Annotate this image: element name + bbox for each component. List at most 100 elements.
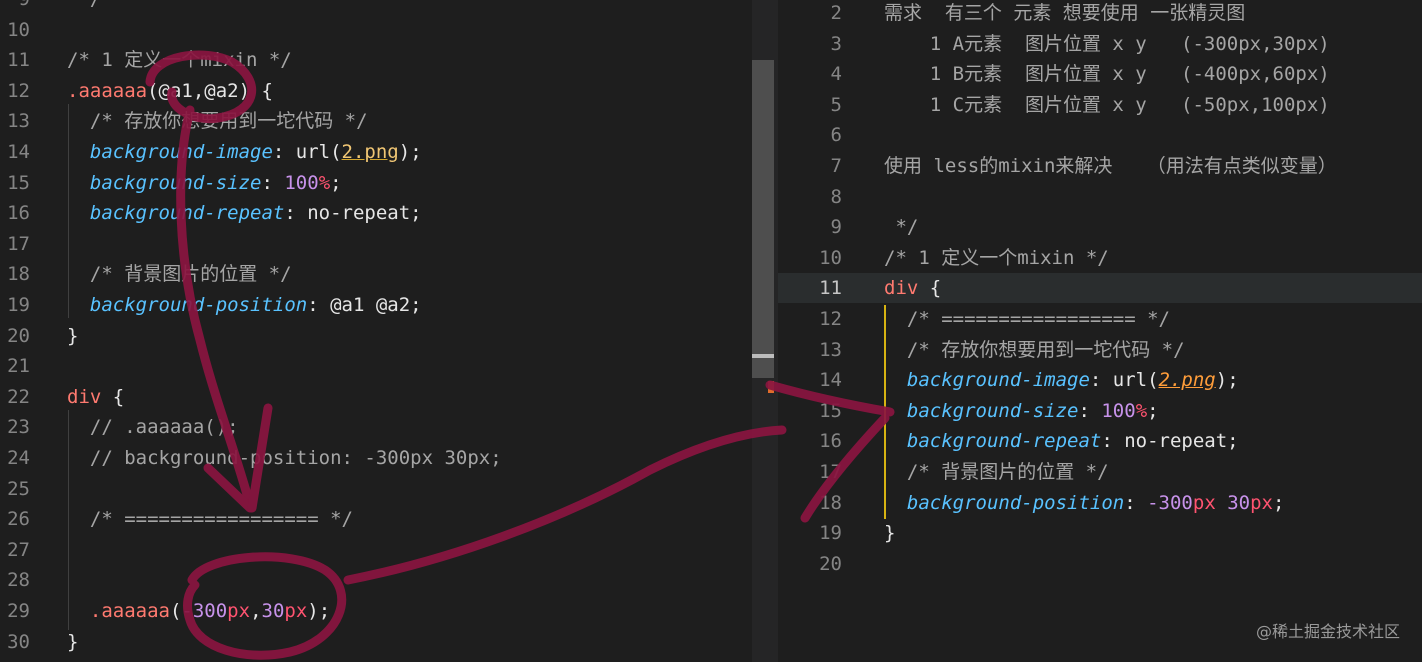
code-line[interactable]: 20} xyxy=(0,321,752,351)
code-text[interactable]: background-repeat: no-repeat; xyxy=(67,198,422,228)
code-text[interactable]: /* ================= */ xyxy=(67,504,353,534)
code-line[interactable]: 11 /* 1 定义一个mixin */ xyxy=(0,45,752,75)
code-text[interactable]: } xyxy=(67,321,78,351)
code-token: */ xyxy=(884,216,919,239)
code-line[interactable]: 2 需求 有三个 元素 想要使用 一张精灵图 xyxy=(778,0,1422,28)
code-line[interactable]: 14 background-image: url(2.png); xyxy=(778,365,1422,395)
code-text[interactable]: } xyxy=(884,518,895,548)
code-line[interactable]: 4 1 B元素 图片位置 x y (-400px,60px) xyxy=(778,59,1422,89)
code-line[interactable]: 25 xyxy=(0,474,752,504)
line-number: 16 xyxy=(7,202,30,225)
line-number: 22 xyxy=(7,385,30,408)
line-number: 9 xyxy=(830,216,842,239)
code-line[interactable]: 13 /* 存放你想要用到一坨代码 */ xyxy=(0,106,752,136)
code-token: , xyxy=(250,600,262,622)
code-line[interactable]: 16 background-repeat: no-repeat; xyxy=(778,426,1422,456)
code-line[interactable]: 26 /* ================= */ xyxy=(0,504,752,534)
left-scrollbar-thumb[interactable] xyxy=(752,60,774,378)
code-line[interactable]: 21 xyxy=(0,351,752,381)
code-token: { xyxy=(101,385,125,408)
code-text[interactable]: background-position: -300px 30px; xyxy=(884,488,1285,518)
code-text[interactable]: 1 A元素 图片位置 x y (-300px,30px) xyxy=(884,29,1330,59)
code-text[interactable]: background-repeat: no-repeat; xyxy=(884,426,1239,456)
code-text[interactable]: // background-position: -300px 30px; xyxy=(67,443,502,473)
code-text[interactable]: /* ================= */ xyxy=(884,304,1170,334)
code-line[interactable]: 17 xyxy=(0,229,752,259)
code-token: 2.png xyxy=(341,141,399,163)
code-text[interactable]: 使用 less的mixin来解决 （用法有点类似变量） xyxy=(884,151,1337,181)
code-line[interactable]: 23 // .aaaaaa(); xyxy=(0,412,752,442)
code-line[interactable]: 15 background-size: 100%; xyxy=(778,396,1422,426)
line-number: 3 xyxy=(830,32,842,55)
code-line[interactable]: 28 xyxy=(0,565,752,595)
code-text[interactable]: background-size: 100%; xyxy=(884,396,1159,426)
code-line[interactable]: 15 background-size: 100%; xyxy=(0,168,752,198)
code-text[interactable]: background-image: url(2.png); xyxy=(884,365,1239,395)
code-line[interactable]: 29 .aaaaaa(-300px,30px); xyxy=(0,596,752,626)
code-line[interactable]: 17 /* 背景图片的位置 */ xyxy=(778,457,1422,487)
code-text[interactable]: */ xyxy=(884,212,918,242)
code-text[interactable]: div { xyxy=(884,273,941,303)
code-text[interactable]: background-image: url(2.png); xyxy=(67,137,422,167)
code-token: ; xyxy=(1147,399,1159,422)
code-text[interactable]: } xyxy=(67,627,78,657)
right-editor-pane[interactable]: 2 需求 有三个 元素 想要使用 一张精灵图 3 1 A元素 图片位置 x y (-… xyxy=(778,0,1422,662)
code-token: background-position xyxy=(67,294,308,316)
code-text[interactable]: /* 存放你想要用到一坨代码 */ xyxy=(67,106,368,136)
code-line[interactable]: 7 使用 less的mixin来解决 （用法有点类似变量） xyxy=(778,151,1422,181)
code-text[interactable]: div { xyxy=(67,382,124,412)
code-line[interactable]: 22 div { xyxy=(0,382,752,412)
code-line[interactable]: 24 // background-position: -300px 30px; xyxy=(0,443,752,473)
code-token: } xyxy=(67,324,79,347)
code-token: : url( xyxy=(1089,369,1159,392)
code-token: 使用 less的mixin来解决 （用法有点类似变量） xyxy=(884,155,1337,177)
code-token: % xyxy=(318,171,331,194)
code-text[interactable]: 1 C元素 图片位置 x y (-50px,100px) xyxy=(884,90,1330,120)
code-line[interactable]: 3 1 A元素 图片位置 x y (-300px,30px) xyxy=(778,29,1422,59)
indent-guide xyxy=(68,104,69,318)
line-number: 15 xyxy=(819,399,842,422)
code-line[interactable]: 30} xyxy=(0,627,752,657)
code-text[interactable]: background-position: @a1 @a2; xyxy=(67,290,422,320)
code-text[interactable]: /* 背景图片的位置 */ xyxy=(67,259,292,289)
line-number: 7 xyxy=(830,155,842,177)
code-text[interactable]: 需求 有三个 元素 想要使用 一张精灵图 xyxy=(884,0,1245,28)
code-line[interactable]: 9 */ xyxy=(0,0,752,14)
code-line[interactable]: 10 xyxy=(0,15,752,45)
code-text[interactable]: /* 1 定义一个mixin */ xyxy=(67,45,292,75)
code-text[interactable]: .aaaaaa(@a1,@a2) { xyxy=(67,76,273,106)
code-token: ); xyxy=(1215,369,1239,392)
code-token: 100 xyxy=(1101,399,1136,422)
code-line[interactable]: 12 /* ================= */ xyxy=(778,304,1422,334)
code-line[interactable]: 27 xyxy=(0,535,752,565)
code-line[interactable]: 10 /* 1 定义一个mixin */ xyxy=(778,243,1422,273)
code-line[interactable]: 14 background-image: url(2.png); xyxy=(0,137,752,167)
code-line[interactable]: 18 /* 背景图片的位置 */ xyxy=(0,259,752,289)
code-text[interactable]: /* 1 定义一个mixin */ xyxy=(884,243,1109,273)
line-number: 27 xyxy=(7,538,30,561)
line-number: 13 xyxy=(819,338,842,361)
code-line[interactable]: 16 background-repeat: no-repeat; xyxy=(0,198,752,228)
code-line[interactable]: 9 */ xyxy=(778,212,1422,242)
left-editor-pane[interactable]: 9 */1011/* 1 定义一个mixin */12.aaaaaa(@a1,@… xyxy=(0,0,752,662)
code-text[interactable]: /* 存放你想要用到一坨代码 */ xyxy=(884,335,1185,365)
code-line[interactable]: 11 div { xyxy=(778,273,1422,304)
code-text[interactable]: // .aaaaaa(); xyxy=(67,412,239,442)
code-text[interactable]: background-size: 100%; xyxy=(67,168,342,198)
code-token: background-image xyxy=(884,369,1090,392)
code-text[interactable]: */ xyxy=(67,0,101,14)
code-line[interactable]: 12 .aaaaaa(@a1,@a2) { xyxy=(0,76,752,106)
code-text[interactable]: .aaaaaa(-300px,30px); xyxy=(67,596,330,626)
code-line[interactable]: 5 1 C元素 图片位置 x y (-50px,100px) xyxy=(778,90,1422,120)
code-line[interactable]: 18 background-position: -300px 30px; xyxy=(778,488,1422,518)
code-line[interactable]: 8 xyxy=(778,182,1422,212)
code-line[interactable]: 19 background-position: @a1 @a2; xyxy=(0,290,752,320)
code-line[interactable]: 6 xyxy=(778,120,1422,150)
code-line[interactable]: 20 xyxy=(778,549,1422,579)
line-number: 14 xyxy=(7,141,30,163)
code-text[interactable]: 1 B元素 图片位置 x y (-400px,60px) xyxy=(884,59,1330,89)
code-token: } xyxy=(884,522,896,545)
code-text[interactable]: /* 背景图片的位置 */ xyxy=(884,457,1109,487)
code-line[interactable]: 13 /* 存放你想要用到一坨代码 */ xyxy=(778,335,1422,365)
code-line[interactable]: 19} xyxy=(778,518,1422,548)
